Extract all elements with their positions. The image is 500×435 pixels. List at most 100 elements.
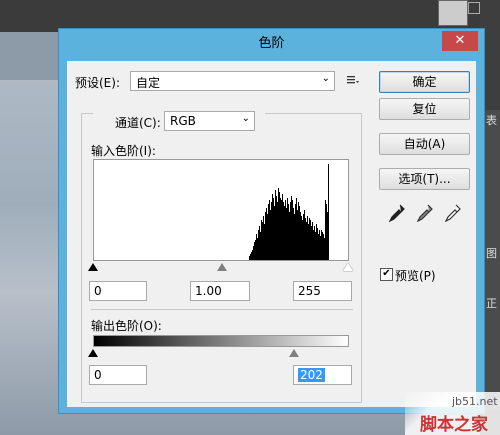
histogram-bar bbox=[305, 218, 306, 260]
histogram-bar bbox=[267, 214, 268, 260]
histogram-bar bbox=[254, 242, 255, 260]
black-eyedropper-icon[interactable] bbox=[388, 204, 405, 223]
histogram-bar bbox=[290, 202, 291, 260]
histogram-bar bbox=[284, 206, 285, 260]
histogram-bar bbox=[295, 204, 296, 260]
histogram-bar bbox=[297, 210, 298, 260]
histogram-bar bbox=[292, 200, 293, 260]
histogram-bar bbox=[286, 208, 287, 260]
histogram-bar bbox=[251, 252, 252, 260]
color-swatch[interactable] bbox=[438, 0, 468, 26]
histogram-bar bbox=[257, 238, 258, 260]
gray-eyedropper-icon[interactable] bbox=[416, 204, 433, 223]
histogram-bar bbox=[326, 204, 327, 260]
levels-dialog: 色阶 ✕ 预设(E): 自定 ⌄ 通道(C): RGB ⌄ 输入色阶(I): 0… bbox=[58, 28, 485, 414]
dialog-title: 色阶 bbox=[258, 36, 285, 51]
histogram-bar bbox=[273, 198, 274, 260]
output-levels-label: 输出色阶(O): bbox=[91, 319, 162, 333]
histogram-bar bbox=[323, 234, 324, 260]
histogram-bar bbox=[301, 216, 302, 260]
histogram-bar bbox=[298, 202, 299, 260]
histogram-bar bbox=[312, 222, 313, 260]
auto-button[interactable]: 自动(A) bbox=[379, 133, 470, 155]
input-black-field[interactable]: 0 bbox=[89, 281, 147, 301]
close-button[interactable]: ✕ bbox=[442, 31, 478, 51]
histogram-bar bbox=[287, 198, 288, 260]
histogram-bar bbox=[315, 232, 316, 260]
chevron-down-icon: ⌄ bbox=[321, 73, 330, 84]
chevron-down-icon: ⌄ bbox=[241, 113, 250, 124]
histogram-bar bbox=[311, 226, 312, 260]
watermark-url: jb51.net bbox=[452, 395, 498, 408]
histogram-bar bbox=[296, 198, 297, 260]
output-gradient-bar bbox=[93, 335, 349, 347]
white-eyedropper-icon[interactable] bbox=[444, 204, 461, 223]
histogram-bar bbox=[313, 230, 314, 260]
panel-text: 正 bbox=[486, 297, 497, 310]
histogram-bar bbox=[283, 202, 284, 260]
output-black-slider[interactable] bbox=[88, 349, 98, 357]
histogram-bar bbox=[322, 232, 323, 260]
input-black-slider[interactable] bbox=[88, 263, 98, 271]
histogram-bar bbox=[258, 230, 259, 260]
histogram-bar bbox=[253, 246, 254, 260]
output-white-field[interactable]: 202 bbox=[293, 365, 352, 385]
histogram-bar bbox=[276, 196, 277, 260]
input-gamma-field[interactable]: 1.00 bbox=[190, 281, 250, 301]
reset-button[interactable]: 复位 bbox=[379, 98, 470, 120]
histogram-bar bbox=[255, 240, 256, 260]
output-black-field[interactable]: 0 bbox=[89, 365, 147, 385]
input-white-slider[interactable] bbox=[343, 263, 353, 271]
histogram-bar bbox=[250, 254, 251, 260]
histogram-bar bbox=[256, 234, 257, 260]
histogram-bar bbox=[325, 200, 326, 260]
input-white-field[interactable]: 255 bbox=[293, 281, 352, 301]
preset-label: 预设(E): bbox=[75, 76, 120, 90]
histogram-bar bbox=[324, 238, 325, 260]
preset-value: 自定 bbox=[136, 76, 161, 90]
panel-text: 图 bbox=[486, 247, 497, 260]
histogram-bar bbox=[310, 220, 311, 260]
histogram-bar bbox=[278, 188, 279, 260]
options-button[interactable]: 选项(T)... bbox=[379, 168, 470, 190]
histogram-bar bbox=[263, 216, 264, 260]
swap-icon[interactable] bbox=[468, 2, 480, 14]
histogram-bar bbox=[302, 220, 303, 260]
histogram-bar bbox=[307, 216, 308, 260]
histogram-bar bbox=[327, 212, 328, 260]
preset-select[interactable]: 自定 ⌄ bbox=[130, 71, 335, 91]
output-white-slider[interactable] bbox=[289, 349, 299, 357]
histogram-bar bbox=[328, 164, 329, 260]
histogram-bar bbox=[304, 210, 305, 260]
histogram-bar bbox=[275, 190, 276, 260]
histogram-bar bbox=[279, 192, 280, 260]
panel-text: 表 bbox=[486, 114, 497, 127]
preset-options-icon[interactable] bbox=[346, 73, 360, 87]
channel-select[interactable]: RGB ⌄ bbox=[164, 111, 255, 131]
histogram-bar bbox=[249, 256, 250, 260]
input-levels-label: 输入色阶(I): bbox=[91, 144, 156, 158]
dialog-body: 预设(E): 自定 ⌄ 通道(C): RGB ⌄ 输入色阶(I): 0 1.00… bbox=[67, 61, 476, 407]
histogram-bar bbox=[318, 234, 319, 260]
checkmark-icon: ✔ bbox=[382, 268, 391, 279]
histogram-bar bbox=[285, 200, 286, 260]
input-gamma-slider[interactable] bbox=[217, 263, 227, 271]
histogram-bar bbox=[274, 206, 275, 260]
output-white-value: 202 bbox=[298, 368, 325, 382]
preview-label: 预览(P) bbox=[395, 269, 436, 283]
histogram-bar bbox=[270, 210, 271, 260]
ok-button[interactable]: 确定 bbox=[379, 71, 470, 93]
histogram-bar bbox=[282, 194, 283, 260]
histogram-bar bbox=[261, 220, 262, 260]
histogram-bar bbox=[306, 222, 307, 260]
histogram-bar bbox=[294, 214, 295, 260]
preview-checkbox[interactable]: ✔ bbox=[380, 268, 393, 281]
histogram-bar bbox=[281, 200, 282, 260]
histogram-bar bbox=[316, 224, 317, 260]
histogram-bar bbox=[280, 198, 281, 260]
histogram-bar bbox=[260, 232, 261, 260]
histogram-bar bbox=[264, 224, 265, 260]
histogram-bar bbox=[314, 226, 315, 260]
histogram-bar bbox=[300, 212, 301, 260]
histogram-bar bbox=[321, 230, 322, 260]
